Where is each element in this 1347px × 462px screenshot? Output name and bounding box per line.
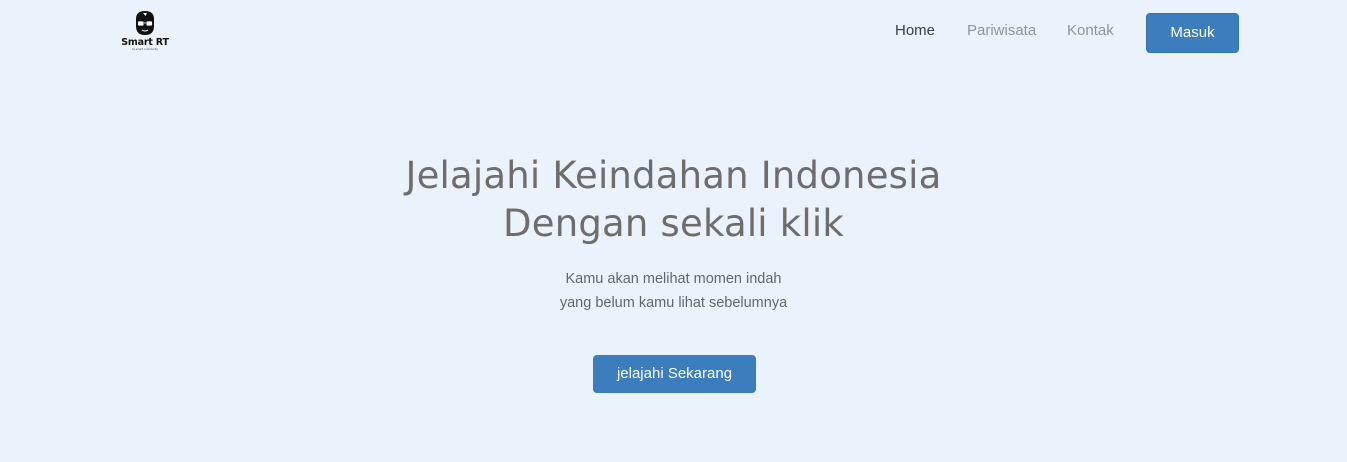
nav-kontak[interactable]: Kontak: [1067, 21, 1114, 41]
login-button[interactable]: Masuk: [1146, 13, 1239, 53]
navbar: Smart RT by smart community Home Pariwis…: [0, 0, 1347, 64]
hero-title: Jelajahi Keindahan Indonesia Dengan seka…: [0, 152, 1347, 248]
brand-logo[interactable]: Smart RT by smart community: [118, 10, 172, 54]
explore-now-button[interactable]: jelajahi Sekarang: [593, 355, 756, 393]
hero-subtitle: Kamu akan melihat momen indah yang belum…: [0, 267, 1347, 315]
hero-subtitle-line1: Kamu akan melihat momen indah: [565, 271, 782, 287]
hero-section: Jelajahi Keindahan Indonesia Dengan seka…: [0, 152, 1347, 315]
hero-title-line1: Jelajahi Keindahan Indonesia: [405, 154, 942, 197]
hero-title-line2: Dengan sekali klik: [503, 202, 844, 245]
nav-pariwisata[interactable]: Pariwisata: [967, 21, 1036, 41]
man-with-glasses-and-cap-icon: [136, 11, 154, 35]
brand-tagline: by smart community: [131, 48, 159, 51]
nav-home[interactable]: Home: [895, 21, 935, 41]
brand-name: Smart RT: [121, 37, 169, 48]
hero-subtitle-line2: yang belum kamu lihat sebelumnya: [559, 295, 788, 311]
